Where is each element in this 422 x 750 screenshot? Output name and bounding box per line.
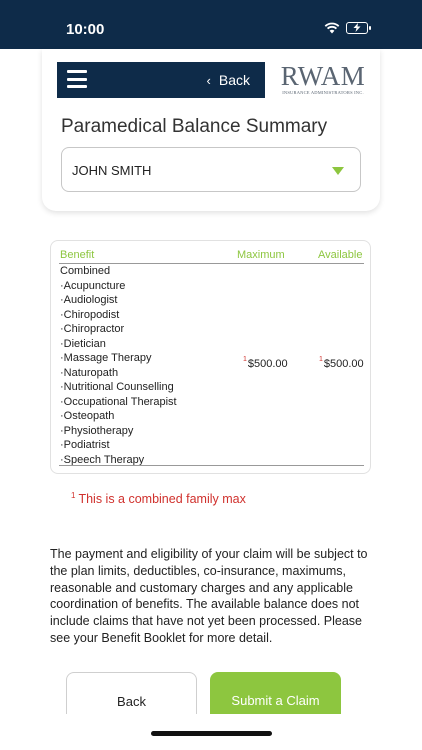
benefit-item: ·Physiotherapy — [60, 424, 134, 437]
available-value: $500.00 — [323, 358, 364, 370]
benefit-item: ·Dietician — [60, 337, 106, 350]
benefit-item: ·Acupuncture — [60, 279, 126, 292]
logo-wordmark: RWAM — [280, 61, 366, 91]
benefit-list: Combined ·Acupuncture ·Audiologist ·Chir… — [60, 264, 177, 467]
footnote: 1 This is a combined family max — [71, 491, 246, 506]
nav-back-label: Back — [218, 72, 250, 88]
logo-tagline: INSURANCE ADMINISTRATORS INC. — [282, 90, 364, 95]
chevron-left-icon: ‹ — [206, 72, 211, 88]
wifi-icon — [324, 22, 340, 34]
battery-charging-icon — [346, 22, 371, 34]
balance-table: Benefit Maximum Available Combined ·Acup… — [50, 240, 371, 474]
hamburger-menu-icon[interactable] — [67, 70, 87, 88]
benefit-item: ·Audiologist — [60, 294, 118, 306]
back-button[interactable]: Back — [66, 672, 197, 716]
page-title: Paramedical Balance Summary — [61, 116, 328, 137]
dropdown-arrow-icon — [332, 167, 344, 175]
status-icons — [324, 22, 371, 34]
footnote-marker: 1 — [71, 491, 76, 500]
benefit-item: ·Occupational Therapist — [60, 395, 177, 408]
screen: 10:00 ‹ Back RWAM INSURANCE ADMINISTRATO… — [0, 0, 422, 750]
maximum-value: $500.00 — [247, 358, 288, 370]
header-maximum: Maximum — [237, 249, 285, 261]
benefit-item: ·Chiropractor — [60, 323, 125, 335]
member-select-value: JOHN SMITH — [72, 163, 152, 178]
submit-claim-button[interactable]: Submit a Claim — [210, 672, 341, 716]
footnote-marker: 1 — [319, 356, 323, 363]
header-card: ‹ Back RWAM INSURANCE ADMINISTRATORS INC… — [42, 49, 380, 211]
benefit-item: ·Chiropodist — [60, 308, 120, 321]
table-footer-divider — [59, 465, 364, 466]
benefit-item: Combined — [60, 265, 111, 277]
benefit-item: ·Naturopath — [60, 366, 119, 379]
nav-bar: ‹ Back — [57, 62, 265, 98]
header-benefit: Benefit — [60, 249, 95, 261]
home-indicator[interactable] — [151, 731, 272, 736]
header-available: Available — [318, 249, 363, 261]
maximum-amount: 1$500.00 — [243, 356, 288, 370]
benefit-item: ·Massage Therapy — [60, 352, 152, 364]
member-select[interactable]: JOHN SMITH — [61, 147, 361, 192]
available-amount: 1$500.00 — [319, 356, 364, 370]
rwam-logo: RWAM INSURANCE ADMINISTRATORS INC. — [278, 63, 368, 97]
nav-back-link[interactable]: ‹ Back — [207, 72, 250, 88]
footnote-marker: 1 — [243, 356, 247, 363]
disclaimer-text: The payment and eligibility of your clai… — [50, 547, 368, 645]
footnote-text: This is a combined family max — [78, 492, 246, 506]
benefit-item: ·Osteopath — [60, 410, 115, 422]
benefit-item: ·Podiatrist — [60, 439, 110, 451]
status-time: 10:00 — [66, 21, 105, 38]
benefit-item: ·Nutritional Counselling — [60, 381, 174, 393]
status-bar: 10:00 — [0, 0, 422, 49]
